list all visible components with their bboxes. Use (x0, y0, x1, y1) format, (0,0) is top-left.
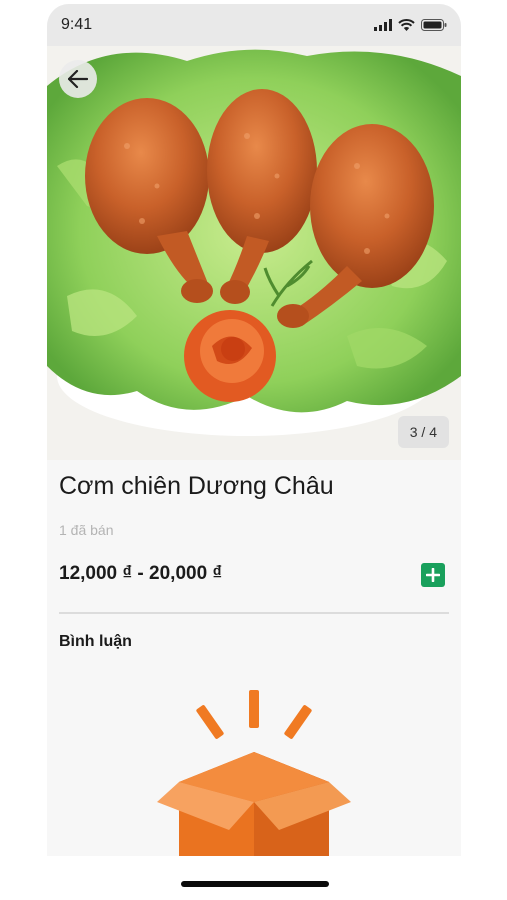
divider (59, 612, 449, 614)
back-button[interactable] (59, 60, 97, 98)
arrow-left-icon (68, 70, 88, 88)
price-range: 12,000 ₫ - 20,000 ₫ (59, 563, 223, 584)
home-indicator[interactable] (181, 881, 329, 887)
plus-icon (426, 568, 440, 582)
comments-heading: Bình luận (59, 633, 132, 650)
fried-chicken-photo (47, 46, 461, 460)
phone-screen: 9:41 3 / 4 Cơm chiên Dương Châu 1 đã bán… (47, 4, 461, 856)
sold-count: 1 đã bán (59, 522, 114, 538)
status-bar: 9:41 (47, 4, 461, 46)
product-title: Cơm chiên Dương Châu (59, 472, 334, 500)
add-to-cart-button[interactable] (421, 563, 445, 587)
signal-icon (374, 19, 392, 31)
battery-icon (421, 19, 447, 31)
wifi-icon (398, 19, 415, 31)
product-image[interactable]: 3 / 4 (47, 46, 461, 460)
gallery-counter: 3 / 4 (397, 416, 449, 448)
open-box-icon (157, 690, 351, 856)
status-icons (374, 19, 447, 31)
status-time: 9:41 (61, 16, 93, 33)
